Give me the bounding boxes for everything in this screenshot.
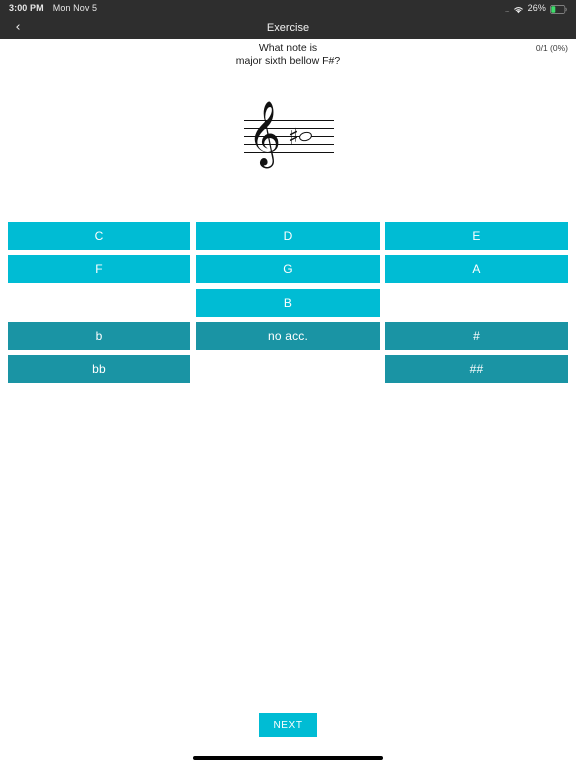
treble-clef-icon: 𝄞 xyxy=(248,101,282,166)
question-line-2: major sixth bellow F#? xyxy=(235,55,341,67)
score-counter: 0/1 (0%) xyxy=(535,43,568,53)
home-indicator[interactable] xyxy=(193,756,383,760)
status-date: Mon Nov 5 xyxy=(52,3,98,13)
sharp-sign-icon: ♯ xyxy=(288,125,299,150)
page-title: Exercise xyxy=(266,21,310,34)
exercise-screen: 3:00 PM Mon Nov 5 .... 26% ‹ Exercise Wh… xyxy=(0,0,576,768)
next-button[interactable]: NEXT xyxy=(259,713,317,737)
music-notation-area: 𝄞 ♯ xyxy=(0,106,576,188)
question-text: What note is major sixth bellow F#? xyxy=(0,42,576,68)
staff: 𝄞 ♯ xyxy=(244,106,334,162)
note-button-a[interactable]: A xyxy=(385,255,568,283)
note-button-e[interactable]: E xyxy=(385,222,568,250)
note-button-d[interactable]: D xyxy=(196,222,380,250)
question-line-1: What note is xyxy=(258,42,318,54)
note-button-f[interactable]: F xyxy=(8,255,190,283)
battery-icon xyxy=(550,4,567,14)
nav-bar: ‹ Exercise xyxy=(0,16,576,39)
signal-dots-icon: .... xyxy=(504,6,510,14)
accidental-button-no-acc-[interactable]: no acc. xyxy=(196,322,380,350)
accidental-button--[interactable]: # xyxy=(385,322,568,350)
accidental-button-b[interactable]: b xyxy=(8,322,190,350)
status-bar-left: 3:00 PM Mon Nov 5 xyxy=(0,3,97,13)
status-bar-right: .... 26% xyxy=(504,3,576,14)
battery-percent-label: 26% xyxy=(527,3,546,13)
note-button-b[interactable]: B xyxy=(196,289,380,317)
note-button-g[interactable]: G xyxy=(196,255,380,283)
whole-note-icon xyxy=(298,130,313,143)
status-bar: 3:00 PM Mon Nov 5 .... 26% xyxy=(0,0,576,16)
accidental-button-bb[interactable]: bb xyxy=(8,355,190,383)
status-time: 3:00 PM xyxy=(9,3,44,13)
note-button-c[interactable]: C xyxy=(8,222,190,250)
accidental-button--[interactable]: ## xyxy=(385,355,568,383)
wifi-icon xyxy=(513,5,524,14)
